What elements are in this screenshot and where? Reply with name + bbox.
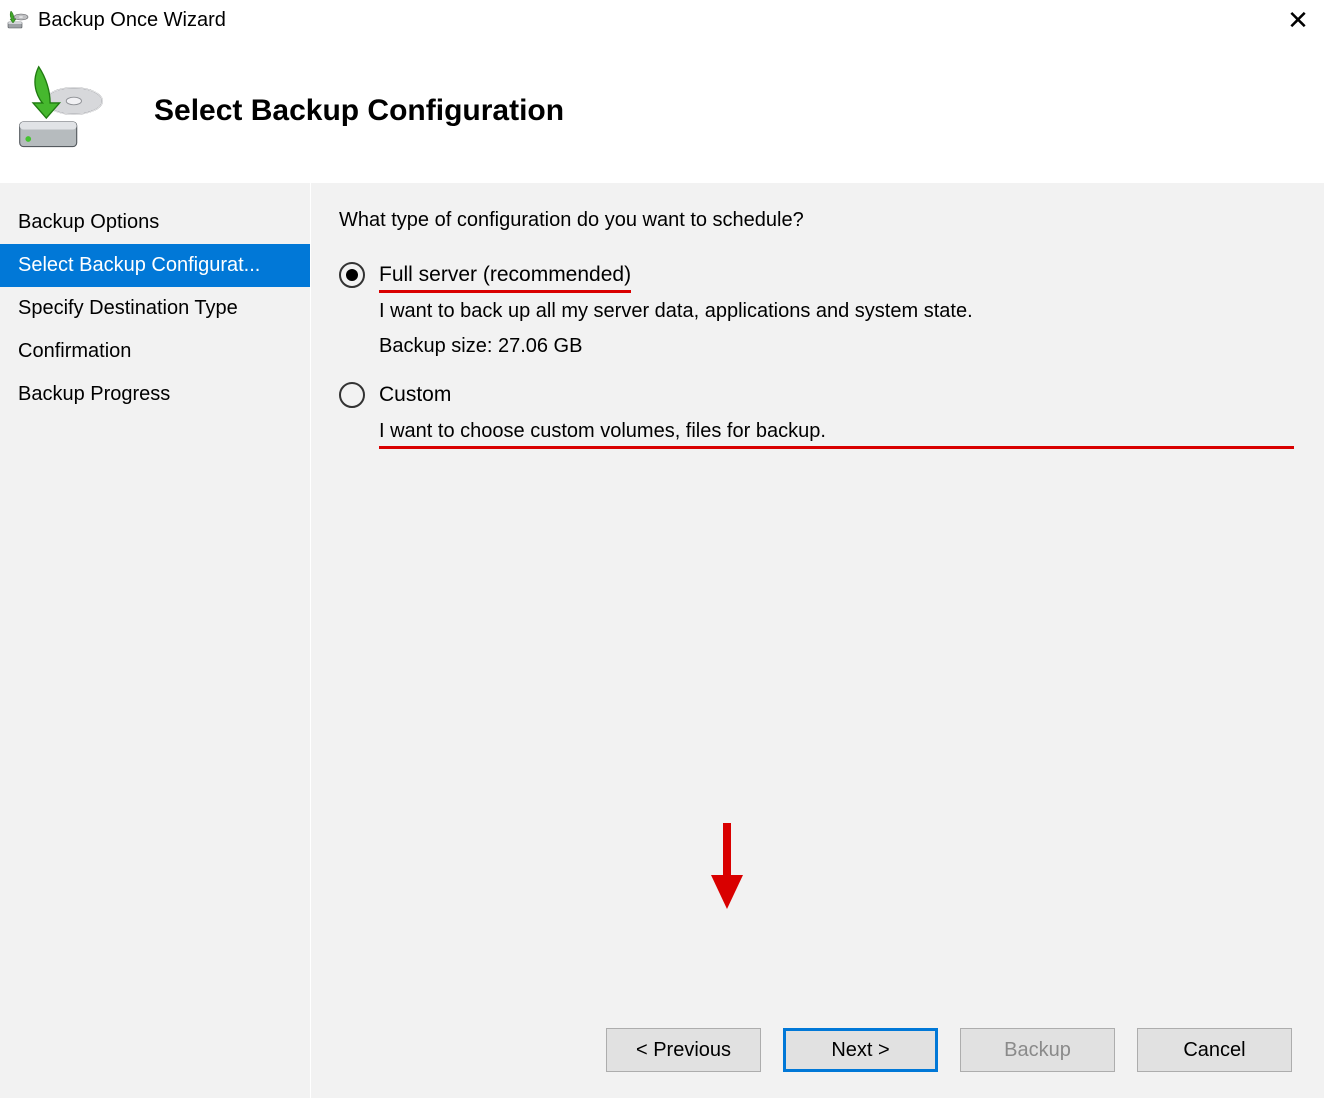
- annotation-arrow-icon: [709, 821, 745, 911]
- radio-full-server[interactable]: [339, 262, 365, 288]
- title-bar: Backup Once Wizard ✕: [0, 0, 1324, 38]
- wizard-main: What type of configuration do you want t…: [311, 183, 1324, 1098]
- next-button[interactable]: Next >: [783, 1028, 938, 1072]
- backup-icon: [14, 63, 109, 158]
- config-question: What type of configuration do you want t…: [339, 209, 1294, 232]
- backup-button: Backup: [960, 1028, 1115, 1072]
- step-backup-options[interactable]: Backup Options: [0, 201, 310, 244]
- option-full-server[interactable]: Full server (recommended) I want to back…: [339, 262, 1294, 358]
- page-title: Select Backup Configuration: [154, 94, 564, 128]
- cancel-button[interactable]: Cancel: [1137, 1028, 1292, 1072]
- option-full-server-size: Backup size: 27.06 GB: [379, 335, 1294, 358]
- step-confirmation[interactable]: Confirmation: [0, 330, 310, 373]
- window-title: Backup Once Wizard: [38, 4, 226, 36]
- step-select-backup-configuration[interactable]: Select Backup Configurat...: [0, 244, 310, 287]
- step-specify-destination-type[interactable]: Specify Destination Type: [0, 287, 310, 330]
- radio-custom[interactable]: [339, 382, 365, 408]
- wizard-body: Backup Options Select Backup Configurat.…: [0, 183, 1324, 1098]
- previous-button[interactable]: < Previous: [606, 1028, 761, 1072]
- wizard-steps: Backup Options Select Backup Configurat.…: [0, 183, 311, 1098]
- wizard-header: Select Backup Configuration: [0, 38, 1324, 183]
- step-backup-progress[interactable]: Backup Progress: [0, 373, 310, 416]
- close-button[interactable]: ✕: [1278, 5, 1318, 36]
- option-full-server-desc: I want to back up all my server data, ap…: [379, 300, 1294, 323]
- option-custom-desc: I want to choose custom volumes, files f…: [379, 420, 1294, 443]
- app-backup-icon: [6, 8, 30, 32]
- option-custom-label: Custom: [379, 383, 451, 407]
- wizard-footer: < Previous Next > Backup Cancel: [311, 1002, 1324, 1098]
- option-full-server-label: Full server (recommended): [379, 263, 631, 287]
- option-custom[interactable]: Custom I want to choose custom volumes, …: [339, 382, 1294, 443]
